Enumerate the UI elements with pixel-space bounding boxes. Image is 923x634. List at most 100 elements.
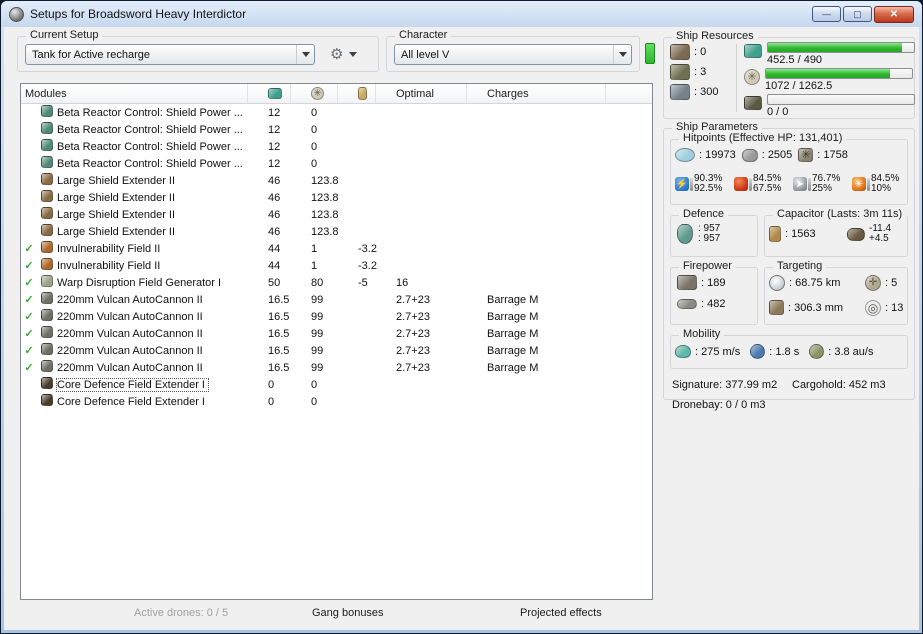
column-powergrid[interactable]: ✳: [291, 84, 338, 103]
module-row[interactable]: Beta Reactor Control: Shield Power ... 1…: [21, 104, 652, 121]
tools-gear-icon: ⚙: [330, 46, 344, 63]
thermal-resist: 84.5% 67.5%: [734, 174, 793, 194]
module-cpu-value: 12: [268, 106, 281, 119]
column-cpu[interactable]: [248, 84, 291, 103]
defence-label: Defence: [679, 208, 728, 220]
powergrid-icon: ✳: [311, 87, 324, 100]
setup-tools-button[interactable]: ⚙: [330, 45, 358, 63]
autocannon-icon: [41, 309, 53, 321]
max-velocity-value: : 275 m/s: [695, 345, 741, 358]
shield-power-relay-icon: [41, 122, 53, 134]
invulnerability-field-icon: [41, 241, 53, 253]
em-resist: ⚡ 90.3% 92.5%: [675, 174, 734, 194]
chevron-down-icon[interactable]: [613, 45, 631, 64]
column-modules[interactable]: Modules: [21, 84, 248, 103]
column-optimal[interactable]: Optimal: [376, 84, 467, 103]
capacitor-recharge-value: +4.5: [869, 233, 889, 244]
module-row[interactable]: ✓ 220mm Vulcan AutoCannon II 16.5 99 2.7…: [21, 308, 652, 325]
character-combobox[interactable]: All level V: [394, 44, 632, 65]
ship-resources-group: Ship Resources : 0 : 3 : 300 452.5 / 490…: [663, 30, 915, 119]
module-name: Warp Disruption Field Generator I: [57, 276, 222, 289]
modules-table-header: Modules ✳ Optimal Charges: [21, 84, 652, 104]
module-row[interactable]: Beta Reactor Control: Shield Power ... 1…: [21, 121, 652, 138]
titlebar[interactable]: Setups for Broadsword Heavy Interdictor: [1, 1, 922, 27]
drone-bandwidth-icon: [744, 96, 762, 110]
module-row[interactable]: Core Defence Field Extender I 0 0: [21, 376, 652, 393]
shield-extender-icon: [41, 207, 53, 219]
module-name: Large Shield Extender II: [57, 191, 176, 204]
warp-speed-value: : 3.8 au/s: [828, 345, 874, 358]
module-powergrid-value: 99: [311, 344, 324, 357]
align-time-icon: [750, 344, 766, 359]
character-value: All level V: [401, 48, 450, 61]
module-powergrid-value: 123.8: [311, 191, 339, 204]
module-powergrid-value: 0: [311, 140, 318, 153]
module-cpu-value: 46: [268, 208, 281, 221]
shield-extender-icon: [41, 173, 53, 185]
module-row[interactable]: Beta Reactor Control: Shield Power ... 1…: [21, 155, 652, 172]
explosive-resist: ✳ 84.5% 10%: [852, 174, 911, 194]
autocannon-icon: [41, 326, 53, 338]
module-powergrid-value: 1: [311, 259, 318, 272]
launcher-hardpoints-value: : 3: [694, 66, 707, 78]
sensor-strength-icon: ◎: [865, 300, 881, 316]
gang-bonuses-button[interactable]: Gang bonuses: [312, 607, 384, 619]
module-name: 220mm Vulcan AutoCannon II: [57, 361, 203, 374]
module-cpu-value: 16.5: [268, 344, 290, 357]
autocannon-icon: [41, 292, 53, 304]
autocannon-icon: [41, 360, 53, 372]
module-row[interactable]: Large Shield Extender II 46 123.8: [21, 189, 652, 206]
current-setup-value: Tank for Active recharge: [32, 48, 151, 61]
dps-icon: [677, 299, 697, 309]
module-optimal-value: 16: [396, 276, 409, 289]
module-row[interactable]: ✓ 220mm Vulcan AutoCannon II 16.5 99 2.7…: [21, 291, 652, 308]
module-row[interactable]: ✓ Invulnerability Field II 44 1 -3.2: [21, 240, 652, 257]
module-cpu-value: 16.5: [268, 293, 290, 306]
firepower-label: Firepower: [679, 260, 736, 272]
module-cpu-value: 46: [268, 174, 281, 187]
module-charge-name: Barrage M: [487, 310, 539, 323]
chevron-down-icon[interactable]: [296, 45, 314, 64]
module-row[interactable]: ✓ 220mm Vulcan AutoCannon II 16.5 99 2.7…: [21, 359, 652, 376]
turret-hardpoints-icon: [670, 44, 690, 60]
current-setup-combobox[interactable]: Tank for Active recharge: [25, 44, 315, 65]
column-charges[interactable]: Charges: [467, 84, 606, 103]
module-row[interactable]: ✓ Invulnerability Field II 44 1 -3.2: [21, 257, 652, 274]
module-row[interactable]: ✓ Warp Disruption Field Generator I 50 8…: [21, 274, 652, 291]
module-row[interactable]: Beta Reactor Control: Shield Power ... 1…: [21, 138, 652, 155]
divider: [736, 44, 737, 112]
module-name: Beta Reactor Control: Shield Power ...: [57, 140, 243, 153]
scan-resolution-value: : 306.3 mm: [788, 301, 844, 314]
module-cpu-value: 16.5: [268, 327, 290, 340]
window-title: Setups for Broadsword Heavy Interdictor: [30, 7, 247, 21]
modules-table: Modules ✳ Optimal Charges Beta Reactor C…: [20, 83, 653, 600]
module-cpu-value: 12: [268, 123, 281, 136]
module-powergrid-value: 123.8: [311, 174, 339, 187]
module-row[interactable]: Large Shield Extender II 46 123.8: [21, 223, 652, 240]
drones-bar: [767, 94, 915, 105]
volley-icon: [677, 275, 697, 290]
maximize-button[interactable]: ▢: [843, 6, 872, 22]
module-row[interactable]: Core Defence Field Extender I 0 0: [21, 393, 652, 410]
targeting-range-icon: [769, 275, 785, 291]
module-row[interactable]: ✓ 220mm Vulcan AutoCannon II 16.5 99 2.7…: [21, 325, 652, 342]
module-row[interactable]: ✓ 220mm Vulcan AutoCannon II 16.5 99 2.7…: [21, 342, 652, 359]
column-capacitor[interactable]: [338, 84, 376, 103]
projected-effects-button[interactable]: Projected effects: [520, 607, 602, 619]
close-button[interactable]: ✕: [874, 6, 914, 23]
armor-hp-value: : 2505: [761, 149, 793, 161]
capacitor-amount-icon: [769, 226, 781, 242]
shield-power-relay-icon: [41, 105, 53, 117]
module-capacitor-value: -3.2: [358, 242, 377, 255]
module-powergrid-value: 99: [311, 293, 324, 306]
client-area: Current Setup Tank for Active recharge ⚙…: [4, 27, 919, 630]
minimize-button[interactable]: —: [812, 6, 841, 22]
module-row[interactable]: Large Shield Extender II 46 123.8: [21, 172, 652, 189]
module-row[interactable]: Large Shield Extender II 46 123.8: [21, 206, 652, 223]
tools-dropdown-arrow-icon[interactable]: [349, 51, 358, 57]
warp-disruption-field-generator-icon: [41, 275, 53, 287]
module-name: Beta Reactor Control: Shield Power ...: [57, 106, 243, 119]
modules-body: Beta Reactor Control: Shield Power ... 1…: [21, 104, 652, 410]
column-extra[interactable]: [606, 84, 652, 103]
module-name: Invulnerability Field II: [57, 259, 161, 272]
